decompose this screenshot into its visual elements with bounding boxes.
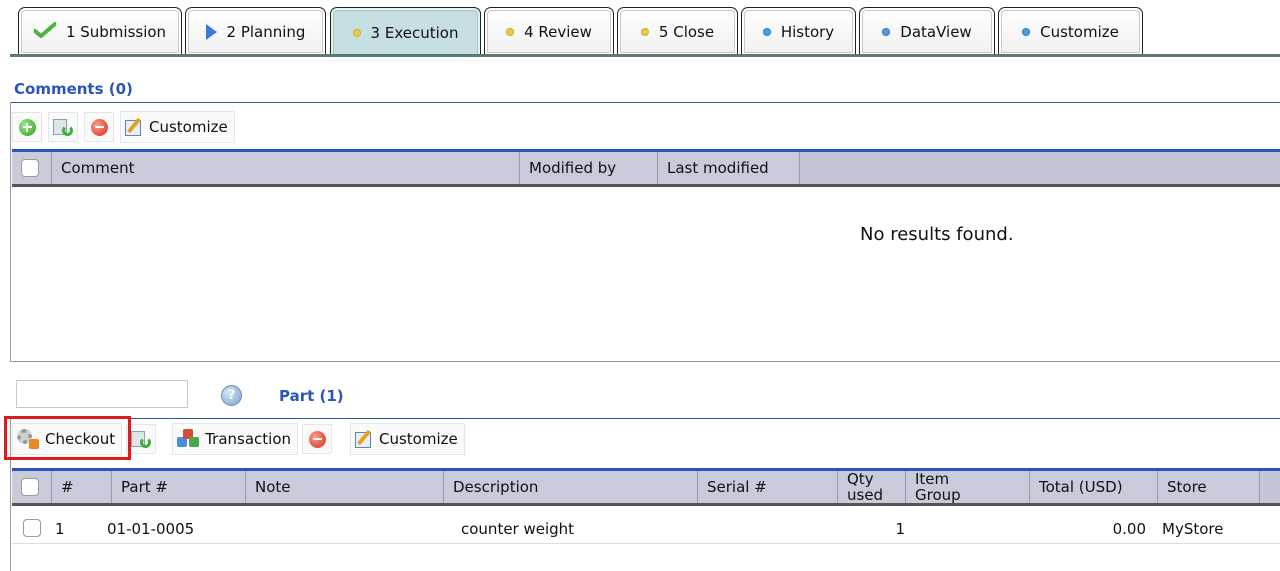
play-arrow-icon — [205, 23, 217, 40]
tab-dataview[interactable]: DataView — [859, 7, 995, 55]
tab-planning[interactable]: 2 Planning — [185, 7, 326, 55]
remove-icon — [90, 118, 108, 136]
comments-toolbar: Customize — [12, 111, 235, 143]
column-store[interactable]: Store — [1158, 471, 1260, 503]
parts-divider — [10, 418, 1280, 419]
tab-review[interactable]: 4 Review — [484, 7, 614, 55]
cell-total: 0.00 — [1112, 520, 1146, 538]
group-header-line2: Group — [915, 486, 961, 504]
yellow-dot-icon — [352, 28, 361, 37]
customize-label: Customize — [149, 118, 228, 136]
parts-title: Part (1) — [279, 387, 344, 405]
customize-label: Customize — [379, 430, 458, 448]
add-icon — [18, 118, 36, 136]
edit-icon — [125, 117, 143, 136]
checkbox[interactable] — [21, 478, 39, 496]
comments-panel-bottom — [10, 361, 1280, 362]
remove-icon — [308, 430, 326, 448]
column-part-number[interactable]: Part # — [112, 471, 246, 503]
no-results-message: No results found. — [860, 224, 1014, 245]
column-qty-used[interactable]: Qty used — [838, 471, 906, 503]
tab-label: 5 Close — [658, 22, 715, 41]
column-last-modified[interactable]: Last modified — [658, 152, 800, 184]
tab-submission[interactable]: 1 Submission — [18, 7, 182, 55]
blue-dot-icon — [762, 27, 771, 36]
tab-close[interactable]: 5 Close — [617, 7, 738, 55]
yellow-dot-icon — [640, 27, 649, 36]
transaction-button[interactable]: Transaction — [172, 423, 298, 455]
qty-header-line2: used — [847, 486, 884, 504]
comments-title: Comments (0) — [14, 80, 133, 98]
column-filler — [1260, 471, 1280, 503]
tab-label: DataView — [900, 22, 972, 41]
select-all-comments[interactable] — [12, 152, 52, 184]
tab-label: History — [780, 22, 835, 41]
add-comment-button[interactable] — [12, 112, 42, 142]
column-total-usd[interactable]: Total (USD) — [1030, 471, 1158, 503]
comments-divider — [10, 102, 1280, 103]
tab-label: 3 Execution — [370, 23, 459, 42]
cell-number: 1 — [55, 520, 65, 538]
column-filler — [800, 152, 1280, 184]
tab-label: 4 Review — [524, 22, 592, 41]
checkbox[interactable] — [21, 159, 39, 177]
cell-part-number[interactable]: 01-01-0005 — [107, 520, 194, 538]
table-row[interactable]: 1 01-01-0005 counter weight 1 0.00 MySto… — [12, 512, 1280, 544]
yellow-dot-icon — [506, 27, 515, 36]
tab-label: Customize — [1040, 22, 1119, 41]
comments-table-header: Comment Modified by Last modified — [12, 149, 1280, 187]
column-number[interactable]: # — [52, 471, 112, 503]
comments-panel-border — [10, 102, 11, 362]
parts-table-header: # Part # Note Description Serial # Qty u… — [12, 468, 1280, 506]
tab-execution[interactable]: 3 Execution — [330, 7, 481, 57]
refresh-icon — [131, 430, 152, 448]
cell-description: counter weight — [461, 520, 575, 538]
column-modified-by[interactable]: Modified by — [520, 152, 658, 184]
transaction-label: Transaction — [205, 430, 291, 448]
checkout-highlight-box — [4, 416, 131, 460]
refresh-comments-button[interactable] — [48, 112, 78, 142]
check-icon — [32, 21, 57, 42]
cell-qty-used: 1 — [895, 520, 905, 538]
delete-comment-button[interactable] — [84, 112, 114, 142]
blue-dot-icon — [882, 27, 891, 36]
help-icon[interactable]: ? — [221, 385, 242, 406]
tab-history[interactable]: History — [741, 7, 856, 55]
row-checkbox[interactable] — [23, 519, 41, 537]
column-description[interactable]: Description — [444, 471, 698, 503]
parts-customize-button[interactable]: Customize — [350, 423, 465, 455]
tab-label: 2 Planning — [226, 22, 306, 41]
boxes-icon — [177, 429, 200, 449]
qty-header-line1: Qty — [847, 470, 874, 488]
part-filter-input[interactable] — [16, 380, 188, 408]
refresh-icon — [53, 118, 73, 136]
cell-store: MyStore — [1162, 520, 1224, 538]
tab-baseline — [10, 54, 1280, 57]
blue-dot-icon — [1022, 27, 1031, 36]
tab-customize[interactable]: Customize — [998, 7, 1143, 55]
tab-bar: 1 Submission 2 Planning 3 Execution 4 Re… — [0, 0, 1280, 58]
column-serial[interactable]: Serial # — [698, 471, 838, 503]
tab-label: 1 Submission — [65, 22, 167, 41]
delete-part-button[interactable] — [302, 424, 332, 454]
select-all-parts[interactable] — [12, 471, 52, 503]
group-header-line1: Item — [915, 470, 950, 488]
column-comment[interactable]: Comment — [52, 152, 520, 184]
comments-customize-button[interactable]: Customize — [120, 111, 235, 143]
edit-icon — [355, 429, 373, 448]
column-item-group[interactable]: Item Group — [906, 471, 1030, 503]
column-note[interactable]: Note — [246, 471, 444, 503]
